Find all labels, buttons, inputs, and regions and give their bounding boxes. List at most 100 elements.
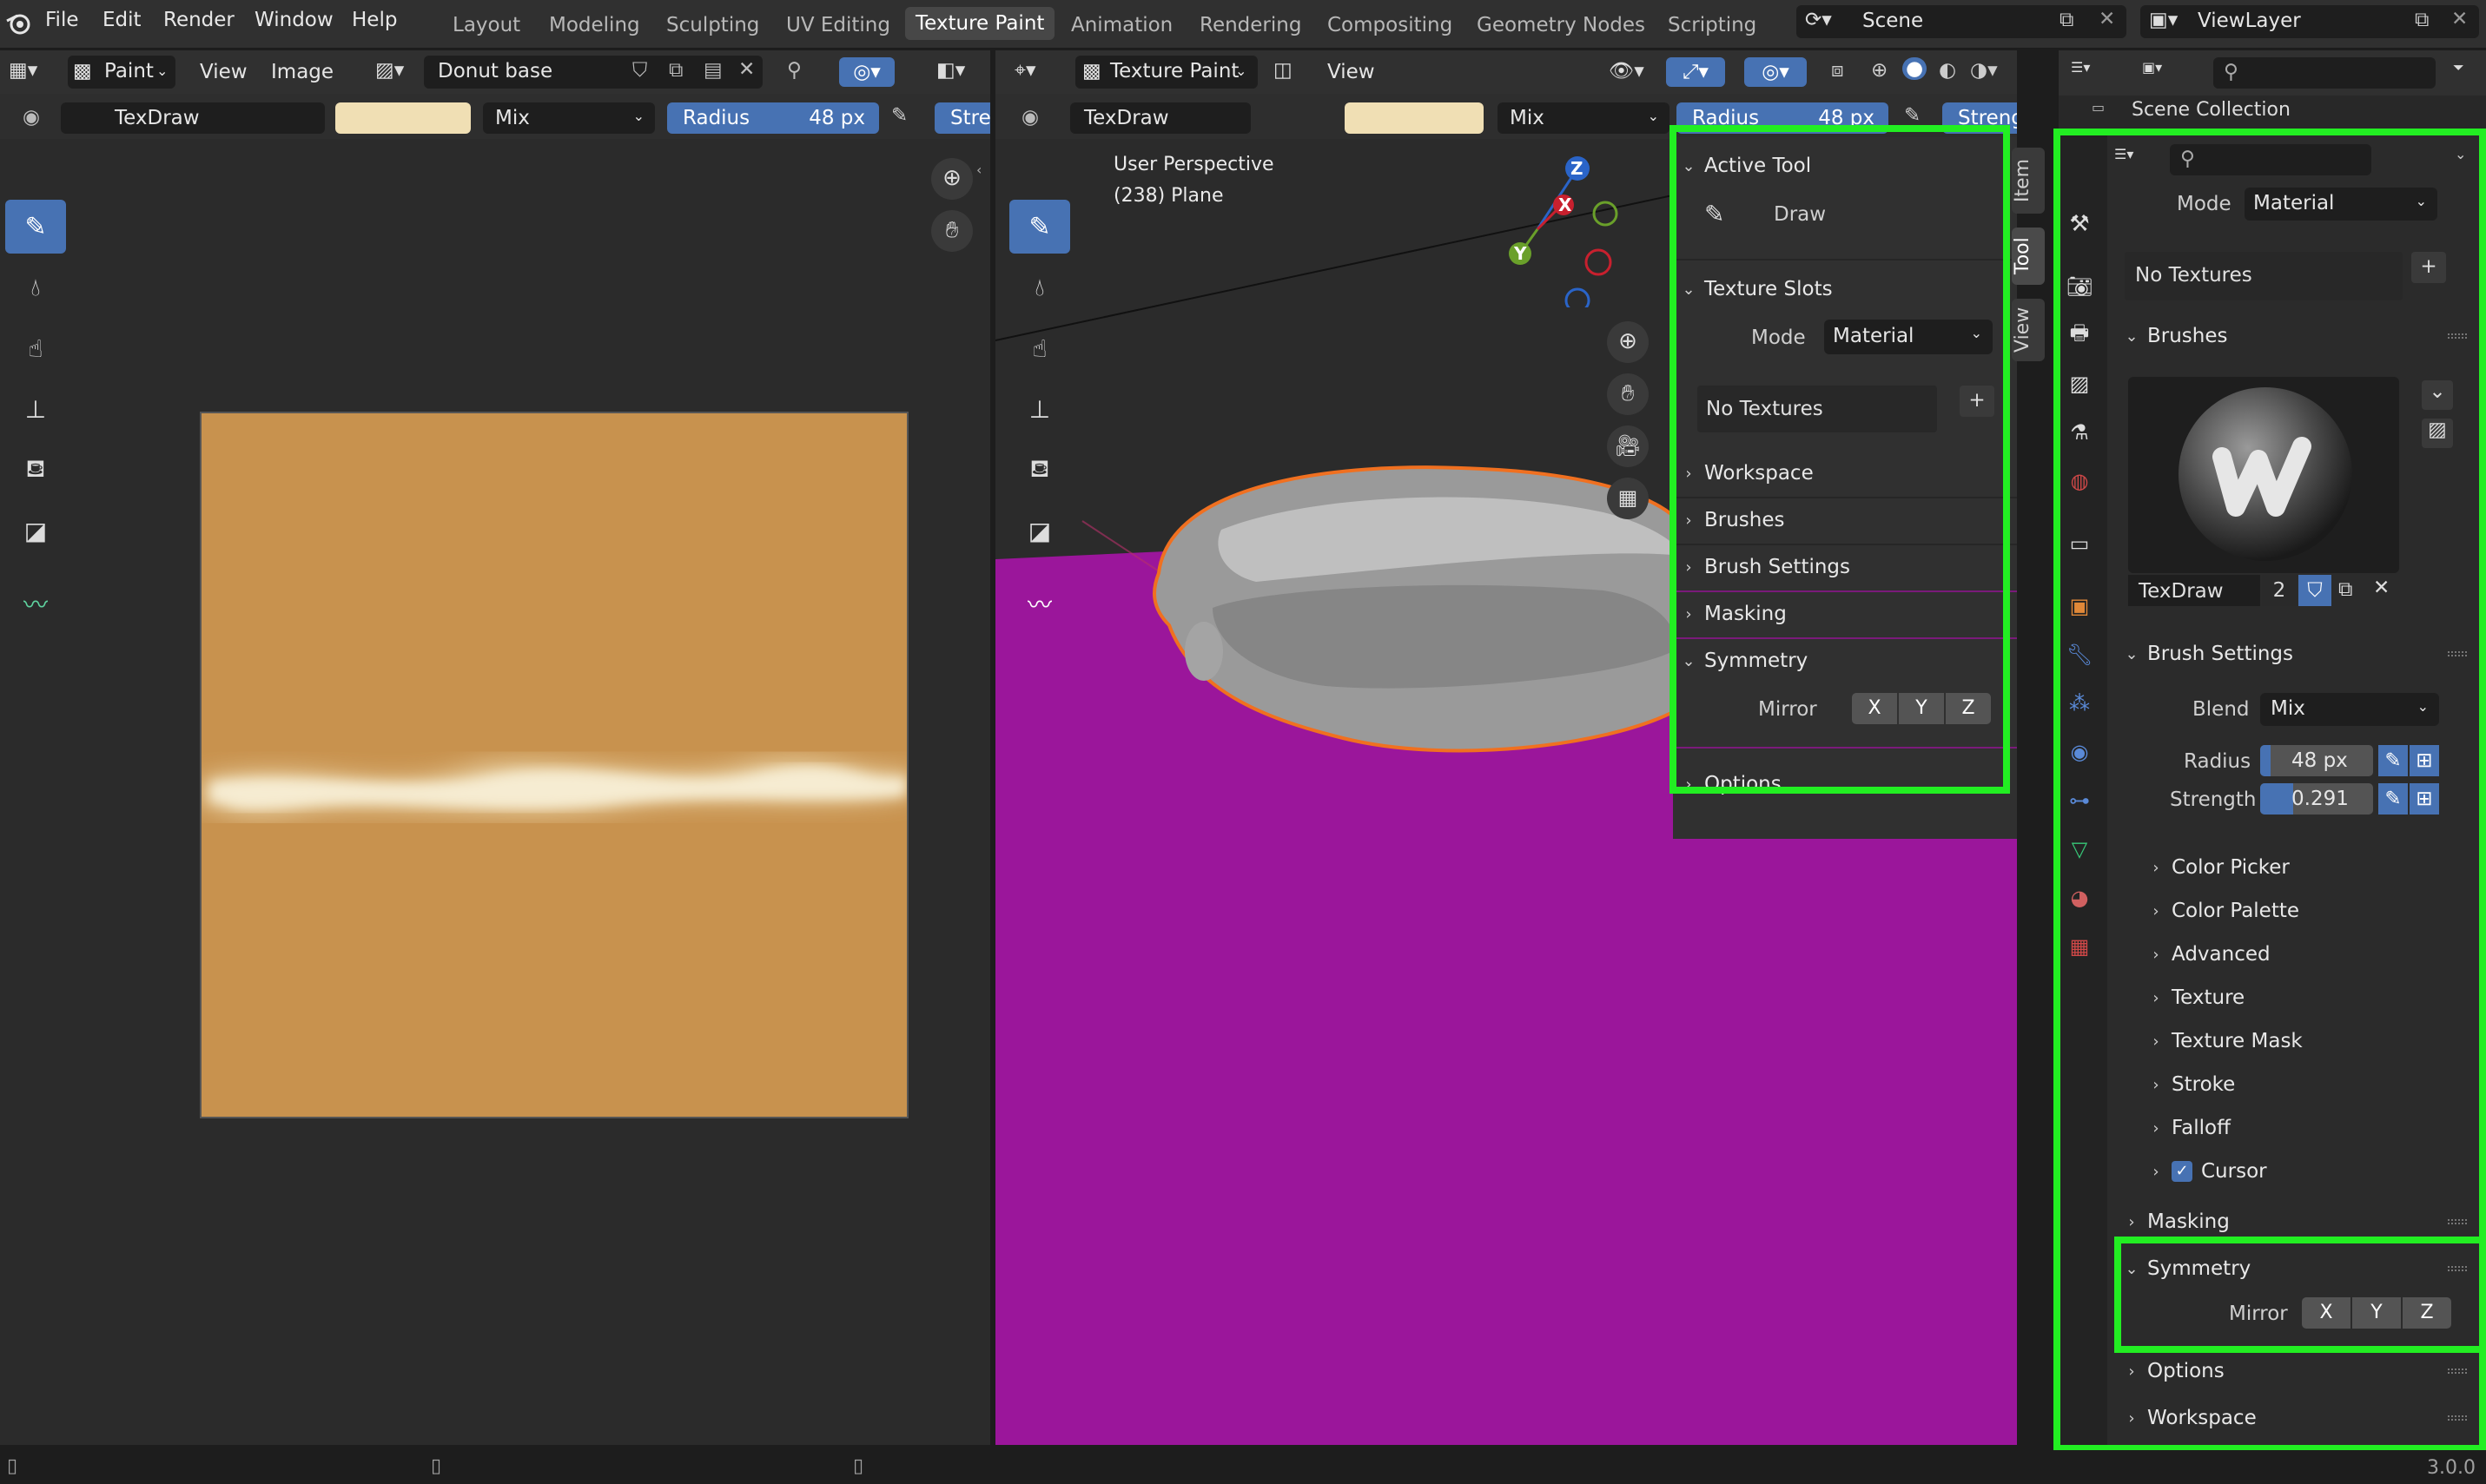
tab-compositing[interactable]: Compositing <box>1327 14 1452 36</box>
texture-properties-icon[interactable]: ▦ <box>2059 926 2100 967</box>
chevron-down-icon[interactable]: ⌄ <box>2455 146 2466 162</box>
menu-render[interactable]: Render <box>163 9 235 31</box>
draw-tool[interactable]: ✎ <box>5 200 66 254</box>
brush-color-swatch[interactable] <box>335 102 471 134</box>
viewport-strength-field[interactable]: Strength <box>1942 102 2017 134</box>
drag-grip-icon[interactable] <box>2448 1219 2467 1224</box>
radius-field[interactable]: Radius 48 px <box>667 102 879 134</box>
viewport-blend-dropdown[interactable]: Mix ⌄ <box>1498 102 1669 134</box>
menu-file[interactable]: File <box>45 9 79 31</box>
drag-grip-icon[interactable] <box>2448 333 2467 339</box>
properties-radius-field[interactable]: 48 px <box>2260 745 2373 776</box>
particles-properties-icon[interactable]: ⁂ <box>2059 683 2100 724</box>
render-properties-icon[interactable]: 📷︎ <box>2059 266 2100 307</box>
close-view-layer-icon[interactable]: ✕ <box>2451 8 2468 30</box>
properties-mirror-y-button[interactable]: Y <box>2352 1297 2401 1329</box>
properties-brush-settings-header[interactable]: ⌄ Brush Settings <box>2116 632 2481 676</box>
solid-shading-icon[interactable]: ● <box>1902 57 1927 80</box>
pan-hand-icon[interactable]: ✋︎ <box>1607 373 1649 415</box>
brush-menu-chevron-icon[interactable]: ⌄ <box>2422 380 2453 410</box>
duplicate-brush-icon[interactable]: ⧉ <box>2338 578 2352 601</box>
add-texture-button[interactable]: + <box>1960 386 1994 417</box>
tab-animation[interactable]: Animation <box>1071 14 1173 36</box>
annotate-tool[interactable]: 〰 <box>5 577 66 630</box>
viewport-brush-selector[interactable]: ◉ TexDraw <box>1022 102 1251 134</box>
mirror-x-button[interactable]: X <box>1852 693 1897 724</box>
panel-masking-header[interactable]: › Masking <box>1673 592 2017 636</box>
wireframe-shading-icon[interactable]: ⊕ <box>1871 59 1888 82</box>
properties-texture-slot-list[interactable]: No Textures <box>2125 252 2403 300</box>
properties-brushes-header[interactable]: ⌄ Brushes <box>2116 314 2481 358</box>
copy-icon[interactable]: ⧉ <box>669 59 683 82</box>
rendered-shading-icon[interactable]: ◑▾ <box>1970 59 1998 82</box>
shield-icon[interactable]: ⛉ <box>632 59 647 82</box>
mirror-y-button[interactable]: Y <box>1899 693 1944 724</box>
texture-slot-list[interactable]: No Textures <box>1697 386 1937 432</box>
ortho-grid-icon[interactable]: ▦ <box>1607 478 1649 519</box>
properties-search-input[interactable]: ⚲ <box>2170 144 2371 175</box>
viewport-clone-tool[interactable]: ⊥ <box>1009 382 1070 436</box>
pin-icon[interactable]: ⚲ <box>787 59 802 82</box>
3d-viewport[interactable]: ⌖▾ ▩ Texture Paint ⌄ ◫ View 👁︎▾ ⤢▾ ◎▾ ⧈ … <box>995 50 2017 1445</box>
pan-hand-icon[interactable]: ✋︎ <box>931 210 973 252</box>
tab-scripting[interactable]: Scripting <box>1668 14 1756 36</box>
active-tool-draw[interactable]: ✎ Draw <box>1704 196 1965 236</box>
properties-options-header[interactable]: › Options <box>2116 1349 2481 1393</box>
viewport-draw-tool[interactable]: ✎ <box>1009 200 1070 254</box>
subpanel-advanced[interactable]: › Advanced <box>2140 933 2481 976</box>
viewport-smear-tool[interactable]: ☝︎ <box>1009 321 1070 375</box>
panel-texture-slots-header[interactable]: ⌄ Texture Slots <box>1673 267 2017 311</box>
world-properties-icon[interactable]: ◍ <box>2059 460 2100 502</box>
strength-pressure-icon[interactable]: ✎ <box>2378 783 2408 815</box>
object-properties-icon[interactable]: ▣ <box>2059 585 2100 627</box>
physics-properties-icon[interactable]: ◉ <box>2059 731 2100 773</box>
scene-collection-label[interactable]: Scene Collection <box>2132 99 2291 121</box>
viewport-color-swatch[interactable] <box>1345 102 1484 134</box>
panel-workspace-header[interactable]: › Workspace <box>1673 452 2017 495</box>
copy-scene-icon[interactable]: ⧉ <box>2060 9 2073 31</box>
menu-edit[interactable]: Edit <box>102 9 142 31</box>
gizmo-toggle[interactable]: ⤢▾ <box>1666 57 1725 87</box>
brush-selector[interactable]: ◉ TexDraw <box>23 102 325 134</box>
subpanel-falloff[interactable]: › Falloff <box>2140 1106 2481 1150</box>
fill-tool[interactable]: ⛾ <box>5 443 66 497</box>
mask-tool[interactable]: ◪ <box>5 504 66 557</box>
data-properties-icon[interactable]: ▽ <box>2059 828 2100 870</box>
properties-mirror-z-button[interactable]: Z <box>2403 1297 2451 1329</box>
unlink-brush-icon[interactable]: ✕ <box>2373 577 2390 599</box>
display-mode-icon[interactable]: ▣▾ <box>2142 59 2162 76</box>
visibility-eye-icon[interactable]: 👁︎▾ <box>1609 59 1644 82</box>
image-browse-icon[interactable]: ▨▾ <box>375 59 404 82</box>
properties-masking-header[interactable]: › Masking <box>2116 1200 2481 1243</box>
viewport-menu-view[interactable]: View <box>1327 61 1375 83</box>
radius-unit-icon[interactable]: ⊞ <box>2410 745 2439 776</box>
outliner-search-input[interactable]: ⚲ <box>2213 57 2436 89</box>
drag-grip-icon[interactable] <box>2448 1415 2467 1421</box>
panel-brushes-header[interactable]: › Brushes <box>1673 498 2017 542</box>
folder-icon[interactable]: ▤ <box>704 59 723 82</box>
view-layer-selector[interactable]: ▣▾ ViewLayer ⧉ ✕ <box>2140 5 2479 38</box>
display-channels-icon[interactable]: ◧▾ <box>936 59 965 82</box>
overlay-toggle[interactable]: ◎▾ <box>839 57 895 87</box>
view-layer-properties-icon[interactable]: ▨ <box>2059 363 2100 405</box>
mode-dropdown[interactable]: ▩ Paint ⌄ <box>68 56 175 89</box>
navigation-gizmo[interactable] <box>1494 151 1624 307</box>
menu-view[interactable]: View <box>200 61 248 83</box>
close-icon[interactable]: ✕ <box>738 58 755 81</box>
viewport-mode-dropdown[interactable]: ▩ Texture Paint ⌄ <box>1075 56 1258 89</box>
drag-grip-icon[interactable] <box>2448 651 2467 656</box>
brush-users-count[interactable]: 2 <box>2262 575 2297 606</box>
pressure-icon[interactable]: ✎ <box>1904 104 1921 127</box>
menu-help[interactable]: Help <box>352 9 397 31</box>
pressure-icon[interactable]: ✎ <box>891 104 908 127</box>
overlays-toggle[interactable]: ◎▾ <box>1744 57 1807 87</box>
tab-view[interactable]: View <box>2012 299 2045 361</box>
filter-icon[interactable]: ⏷ <box>2453 59 2464 76</box>
fake-user-shield-icon[interactable]: ⛉ <box>2298 575 2331 606</box>
camera-icon[interactable]: 🎥︎ <box>1607 425 1649 467</box>
brush-image-icon[interactable]: ▨ <box>2422 419 2453 448</box>
tab-layout[interactable]: Layout <box>453 14 520 36</box>
brush-preview[interactable] <box>2128 377 2399 573</box>
panel-options-header[interactable]: › Options <box>1673 762 2017 806</box>
scene-selector[interactable]: ⟳▾ Scene ⧉ ✕ <box>1796 5 2126 38</box>
